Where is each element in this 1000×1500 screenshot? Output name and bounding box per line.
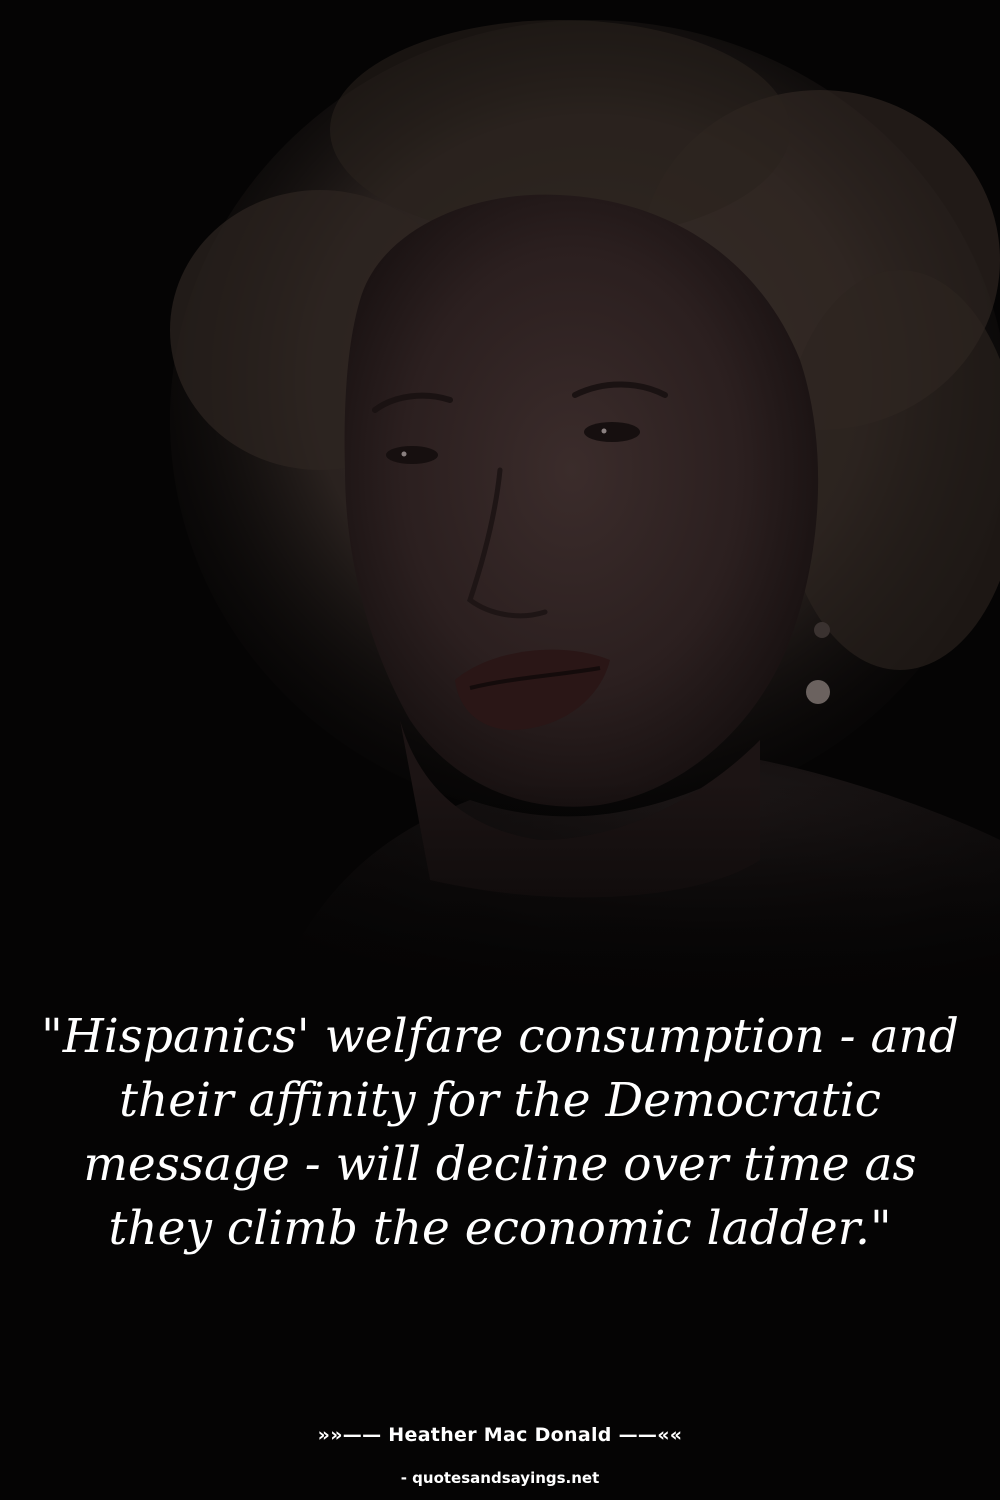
face-shape: [344, 194, 819, 807]
portrait-photo: [0, 0, 1000, 1500]
quote-text: "Hispanics' welfare consumption - and th…: [41, 1009, 959, 1256]
left-eye: [386, 446, 438, 464]
quote-block: "Hispanics' welfare consumption - and th…: [40, 1005, 960, 1261]
pearl-earring: [806, 680, 830, 704]
source-watermark: - quotesandsayings.net: [400, 1469, 600, 1487]
right-eye: [584, 422, 640, 442]
author-line: »»—— Heather Mac Donald ——««: [317, 1424, 683, 1446]
